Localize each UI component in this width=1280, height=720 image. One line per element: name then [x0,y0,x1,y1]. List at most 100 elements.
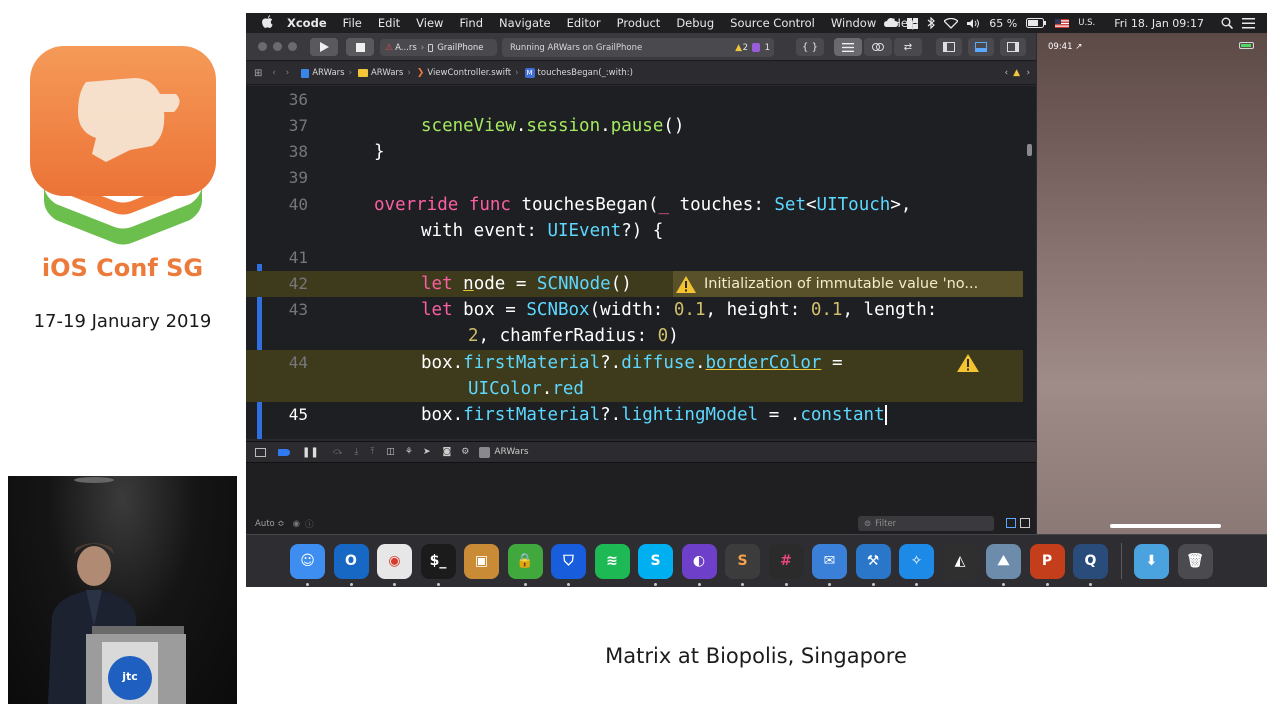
dock-chrome-icon[interactable]: ◉ [377,543,412,586]
breadcrumb-project[interactable]: ARWars [301,68,345,78]
related-items-icon[interactable]: ⊞ [254,68,262,79]
bluetooth-icon[interactable] [927,17,936,29]
source-editor[interactable]: 36 37 sceneView.session.pause() 38 } 39 … [246,86,1036,439]
library-button[interactable]: { } [796,38,824,56]
menu-find[interactable]: Find [451,16,491,30]
window-manager-icon[interactable] [907,17,919,29]
menu-debug[interactable]: Debug [668,16,722,30]
next-issue-icon[interactable]: › [1027,68,1030,78]
spotlight-search-icon[interactable] [1221,17,1233,29]
dock-lock-icon[interactable]: 🔒 [507,543,543,586]
step-over-icon[interactable]: ⤼ [333,447,343,457]
notification-center-icon[interactable] [1242,17,1255,29]
previous-issue-icon[interactable]: ‹ [1005,68,1008,78]
version-editor-button[interactable]: ⇄ [894,38,922,56]
assistant-editor-button[interactable] [864,38,892,56]
step-out-icon[interactable]: ⤒ [370,447,374,457]
window-minimize-button[interactable] [273,42,282,51]
menu-source-control[interactable]: Source Control [722,16,823,30]
dock-finder-icon[interactable]: ☺ [290,543,325,586]
info-icon[interactable]: ⓘ [305,518,314,530]
console-filter-field[interactable]: ⊜ Filter [858,516,994,531]
dock-powerpoint-icon[interactable]: P [1029,543,1065,586]
dock-terminal-icon[interactable]: $_ [420,543,456,586]
issue-warning-icon[interactable]: ▲ [1013,68,1020,78]
view-debugger-icon[interactable]: ◫ [386,447,395,457]
dock-photos-icon[interactable]: ⛰ [986,543,1021,586]
dock-sublime-icon[interactable]: S [725,543,760,586]
menu-product[interactable]: Product [609,16,669,30]
clock[interactable]: Fri 18. Jan 09:17 [1114,17,1204,30]
iphone-simulator[interactable]: 09:41 ↗ [1037,33,1267,534]
inspector-toggle[interactable] [1000,38,1026,56]
stop-button[interactable] [346,38,374,56]
creative-cloud-icon[interactable] [884,18,899,28]
input-source[interactable]: U.S. [1078,18,1095,28]
dock-bitwarden-icon[interactable]: ⛉ [551,543,586,586]
debug-area-toggle[interactable] [968,38,994,56]
dock-xcode-icon[interactable]: ⚒ [855,543,891,586]
us-flag-icon[interactable] [1055,18,1070,28]
dock-outlook-icon[interactable]: O [333,543,369,586]
breadcrumb-group[interactable]: ARWars [357,68,403,78]
dock-downloads-icon[interactable]: ⬇ [1134,543,1169,579]
scheme-selector[interactable]: ⚠ A...rs › GrailPhone [380,39,497,56]
dock-unity-icon[interactable]: ◭ [942,543,978,579]
pause-icon[interactable]: ❚❚ [302,447,319,458]
split-console-icon[interactable] [1006,518,1016,528]
debug-target-name[interactable]: ARWars [494,447,528,457]
standard-editor-button[interactable] [834,38,862,56]
window-zoom-button[interactable] [288,42,297,51]
dock-preview-icon[interactable]: ▣ [464,543,499,579]
back-arrow-icon[interactable]: ‹ [272,68,275,78]
dock-mail-icon[interactable]: ✉ [812,543,847,586]
run-button[interactable] [310,38,338,56]
menu-file[interactable]: File [335,16,370,30]
battery-icon[interactable] [1026,18,1047,28]
running-indicator [393,582,396,586]
dock-skype-icon[interactable]: S [638,543,673,586]
apple-menu-icon[interactable] [246,15,279,31]
target-app-icon [479,446,491,458]
warning-icon[interactable] [957,354,979,372]
menu-view[interactable]: View [408,16,451,30]
battery-percent[interactable]: 65 % [989,17,1017,30]
menu-app-name[interactable]: Xcode [279,16,335,30]
breadcrumb-method[interactable]: M touchesBegan(_:with:) [524,68,633,78]
split-console-icon-2[interactable] [1020,518,1030,528]
menu-editor[interactable]: Editor [559,16,609,30]
window-close-button[interactable] [258,42,267,51]
environment-overrides-icon[interactable]: ⚙ [461,447,469,457]
breadcrumb-file[interactable]: ❯ ViewController.swift [417,68,511,78]
breakpoints-toggle-icon[interactable] [278,448,290,456]
dock-spotify-icon[interactable]: ≋ [594,543,630,579]
menu-window[interactable]: Window [823,16,884,30]
quick-look-icon[interactable]: ◉ [293,519,300,529]
memory-graph-icon[interactable]: ⚘ [405,447,413,457]
running-indicator [784,582,788,586]
debug-console[interactable]: Auto ≎ ◉ ⓘ ⊜ Filter [246,463,1036,534]
wifi-icon[interactable] [944,17,959,29]
dock-github-icon[interactable]: ◐ [681,543,717,586]
home-indicator[interactable] [1110,524,1221,528]
dock-quicktime-icon[interactable]: Q [1073,543,1108,586]
variables-scope-selector[interactable]: Auto ≎ [255,519,285,529]
step-into-icon[interactable]: ⤓ [354,447,358,457]
menu-navigate[interactable]: Navigate [491,16,559,30]
menu-edit[interactable]: Edit [370,16,408,30]
hide-debug-area-icon[interactable] [255,447,266,457]
dock-slack-icon[interactable]: # [768,543,804,586]
code-line: 43 let box = SCNBox(width: 0.1, height: … [246,297,1036,323]
warning-annotation[interactable]: Initialization of immutable value 'no... [673,271,1023,297]
dock-trash-icon[interactable]: 🗑 [1177,543,1213,579]
location-icon[interactable]: ➤ [423,447,431,457]
warning-count-icon[interactable]: ▲ [735,43,742,53]
volume-icon[interactable] [967,18,980,29]
forward-arrow-icon[interactable]: › [286,68,289,78]
dock-safari-icon[interactable]: ✧ [899,543,934,586]
running-indicator [1002,582,1005,586]
camera-icon[interactable]: ◙ [443,447,452,457]
issue-count-icon[interactable] [752,43,760,52]
navigator-toggle[interactable] [936,38,962,56]
scroll-indicator[interactable] [1027,144,1032,156]
